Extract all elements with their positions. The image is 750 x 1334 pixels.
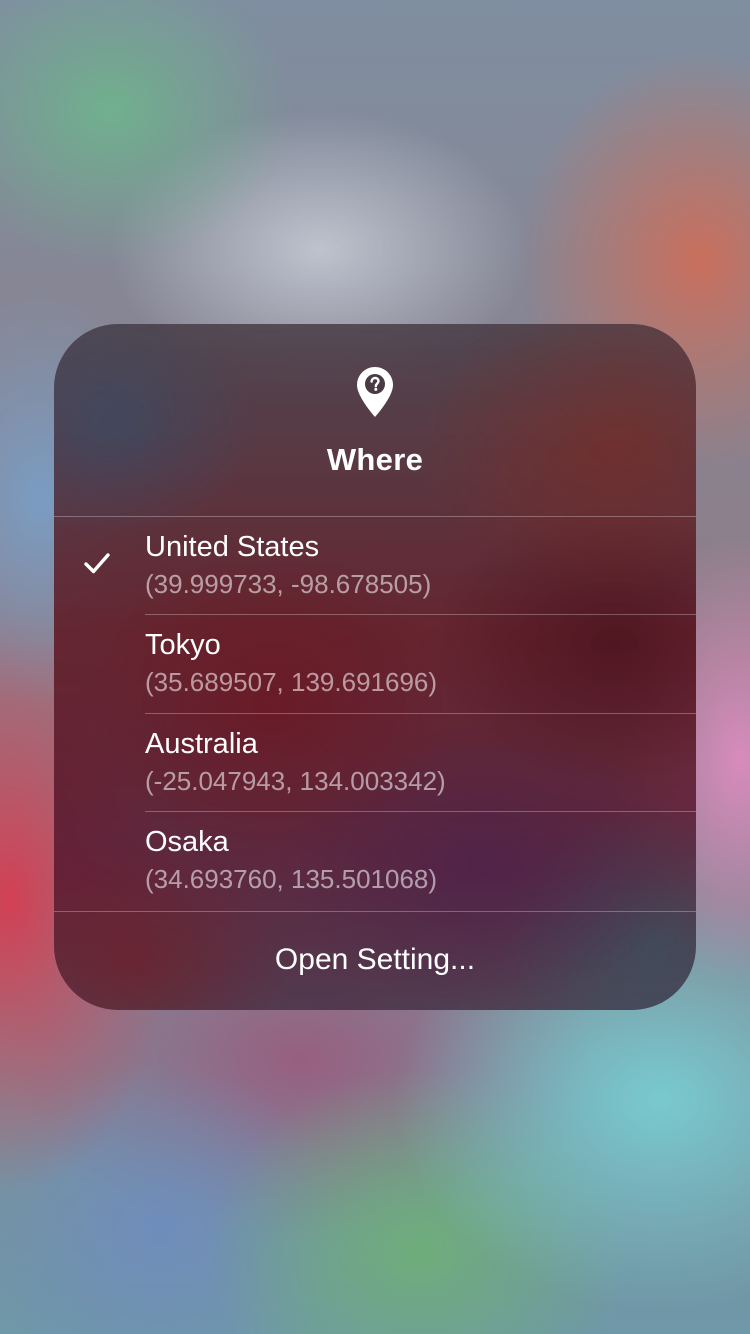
location-name: Australia — [145, 728, 258, 760]
location-coordinates: (35.689507, 139.691696) — [145, 667, 438, 697]
location-coordinates: (-25.047943, 134.003342) — [145, 766, 446, 796]
location-item-tokyo[interactable]: Tokyo (35.689507, 139.691696) — [54, 615, 696, 713]
open-setting-button[interactable]: Open Setting... — [54, 912, 696, 1010]
location-item-australia[interactable]: Australia (-25.047943, 134.003342) — [54, 714, 696, 812]
menu-header: Where — [54, 324, 696, 516]
location-item-osaka[interactable]: Osaka (34.693760, 135.501068) — [54, 812, 696, 910]
location-name: Osaka — [145, 826, 229, 858]
location-name: United States — [145, 531, 320, 563]
quick-action-menu: Where United States (39.999733, -98.6785… — [54, 324, 696, 1010]
checkmark-icon — [84, 553, 110, 574]
location-coordinates: (39.999733, -98.678505) — [145, 569, 432, 599]
location-item-united-states[interactable]: United States (39.999733, -98.678505) — [54, 517, 696, 615]
location-pin-question-icon — [357, 367, 393, 417]
location-coordinates: (34.693760, 135.501068) — [145, 864, 438, 894]
menu-title: Where — [326, 442, 424, 477]
location-name: Tokyo — [145, 629, 221, 661]
